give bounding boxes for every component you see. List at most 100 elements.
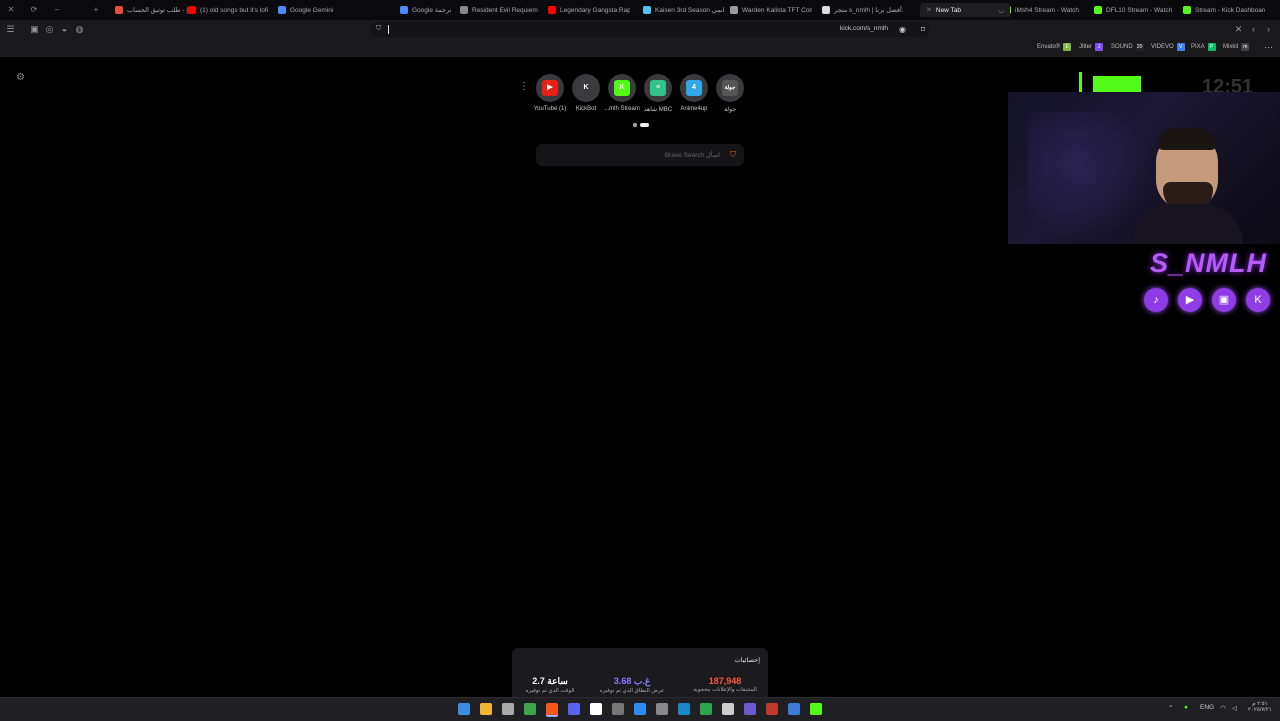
tab[interactable]: طلب توثيق الحساب - [...] [115, 3, 195, 17]
menu-icon[interactable]: ☰ [5, 24, 16, 35]
bookmark-label: Jitter [1079, 44, 1093, 50]
bookmark-item[interactable]: PIXA P [1191, 43, 1216, 51]
tab-title: Warden Kalista TFT Comp [742, 6, 812, 14]
tab[interactable]: Stream - Kick Dashboard [1183, 3, 1265, 17]
tab[interactable]: Kaisen 3rd Season انمي [643, 3, 725, 17]
favicon-icon [822, 6, 830, 14]
shortcut-icon: ≡ [650, 80, 666, 96]
steam-icon[interactable] [678, 703, 690, 715]
kick-icon: K [1246, 288, 1270, 312]
tab[interactable]: DFL10 Stream - Watch [1094, 3, 1172, 17]
discord-icon[interactable] [568, 703, 580, 715]
app-icon[interactable] [634, 703, 646, 715]
overlay-accent-bar [1079, 72, 1082, 92]
app-icon[interactable] [700, 703, 712, 715]
app-icon[interactable] [744, 703, 756, 715]
tab[interactable]: Resident Evil Requiem [460, 3, 538, 17]
bookmark-item[interactable]: SOUND 20 [1111, 43, 1144, 51]
loading-icon: ◡ [998, 7, 1004, 14]
brave-shield-icon[interactable]: ⛉ [376, 25, 381, 33]
back-arrow-icon[interactable]: ‹ [1248, 24, 1259, 35]
volume-icon[interactable]: ◁ [1232, 704, 1237, 712]
start-icon[interactable] [458, 703, 470, 715]
bookmark-item[interactable]: Jitter J [1079, 43, 1104, 51]
tab-title: Legendary Gangsta Rap [560, 6, 630, 14]
favicon-icon [548, 6, 556, 14]
bookmark-badge-icon: m [1241, 43, 1250, 51]
bookmark-item[interactable]: VIDEVO V [1151, 43, 1185, 51]
address-bar[interactable]: ⛉ kick.com/s_nmlh ◉ ⌑ [370, 22, 930, 37]
favicon-icon [460, 6, 468, 14]
clear-icon[interactable]: ✕ [1233, 24, 1244, 35]
tab-close-icon[interactable]: ✕ [926, 6, 932, 14]
file-explorer-icon[interactable] [480, 703, 492, 715]
mic-icon[interactable]: ● [1184, 704, 1188, 711]
bookmark-item[interactable]: Envato® E [1037, 43, 1072, 51]
shield-icon[interactable]: ◍ [74, 24, 85, 35]
app-icon[interactable] [524, 703, 536, 715]
app-icon[interactable] [788, 703, 800, 715]
forward-arrow-icon[interactable]: › [1263, 24, 1274, 35]
streamer-hair [1158, 128, 1216, 150]
favicon-icon [115, 6, 123, 14]
tab[interactable]: Legendary Gangsta Rap [548, 3, 630, 17]
bookmark-item[interactable]: Mixkit m [1223, 43, 1250, 51]
bookmarks-bar: Envato® E Jitter J SOUND 20 VIDEVO V PIXA P Mixkit… [0, 39, 1280, 57]
new-tab-icon[interactable]: + [90, 4, 102, 16]
shortcut-tile[interactable]: ≡ [644, 74, 672, 102]
more-bookmarks-icon[interactable]: ⋯ [1264, 42, 1273, 53]
tab[interactable]: (1) old songs but it's lofi [188, 3, 268, 17]
app-icon[interactable] [722, 703, 734, 715]
bookmark-label: VIDEVO [1151, 44, 1174, 50]
overlay-kick-badge [1093, 76, 1141, 92]
favicon-icon [643, 6, 651, 14]
sidebar-icon[interactable]: ▣ [29, 24, 40, 35]
bookmark-badge-icon: P [1207, 43, 1216, 51]
app-icon[interactable] [590, 703, 602, 715]
stats-panel: إحصائيات 187,948 المتتبعات والإعلانات مح… [512, 648, 768, 700]
info-icon[interactable]: ◉ [899, 25, 906, 34]
close-window-icon[interactable]: ✕ [5, 4, 17, 16]
search-box[interactable]: Brave Search اسأل ⛉ [536, 144, 744, 166]
bookmark-icon[interactable]: ⌑ [921, 25, 925, 34]
kick-app-icon[interactable] [810, 703, 822, 715]
favicon-icon [730, 6, 738, 14]
shortcut-tile[interactable]: K [572, 74, 600, 102]
minimize-icon[interactable]: – [51, 4, 63, 16]
reload-icon[interactable]: ⟳ [28, 4, 40, 16]
shortcut-tile[interactable]: K [608, 74, 636, 102]
favicon-icon [278, 6, 286, 14]
bookmark-label: PIXA [1191, 44, 1205, 50]
store-icon[interactable] [502, 703, 514, 715]
tab[interactable]: Google Gemini [278, 3, 333, 17]
tab-search-icon[interactable]: ◒ [59, 24, 70, 35]
streamer-shirt [1133, 204, 1243, 244]
tray-chevron-icon[interactable]: ⌃ [1168, 704, 1173, 712]
app-icon[interactable] [766, 703, 778, 715]
shortcut-icon: 4 [686, 80, 702, 96]
tab[interactable]: Google ترجمة [400, 3, 451, 17]
tab-new-tab[interactable]: ✕ New Tab ◡ [920, 3, 1010, 17]
wifi-icon[interactable]: ◠ [1220, 704, 1226, 712]
page-dot-active[interactable] [640, 123, 649, 127]
settings-gear-icon[interactable]: ⚙ [16, 72, 25, 83]
favicon-icon [1094, 6, 1102, 14]
extension-icon[interactable]: ◎ [44, 24, 55, 35]
tray-clock[interactable]: ٢:٥١ م ٢٠٢٥/٧/٢١ [1248, 701, 1272, 713]
tab-title: Stream - Kick Dashboard [1195, 6, 1265, 14]
shortcut-tile[interactable]: 4 [680, 74, 708, 102]
shortcut-tile[interactable]: جولة [716, 74, 744, 102]
app-icon[interactable] [656, 703, 668, 715]
shortcuts-menu-icon[interactable]: ⋮ [519, 81, 529, 92]
shortcut-label[interactable]: جولة [705, 106, 755, 113]
brave-browser-icon[interactable] [546, 703, 558, 717]
channel-brand-name: S_NMLH [1150, 248, 1268, 278]
tab[interactable]: iMsh4 Stream - Watch [1003, 3, 1079, 17]
tab[interactable]: متجر s_nmlh | أفضل برنا... [822, 3, 904, 17]
toolbar: ☰ ▣ ◎ ◒ ◍ ⛉ kick.com/s_nmlh ◉ ⌑ ✕ ‹ › [0, 20, 1280, 39]
page-dot[interactable] [633, 123, 637, 127]
obs-icon[interactable] [612, 703, 624, 715]
tray-language[interactable]: ENG [1200, 704, 1214, 711]
shortcut-tile[interactable]: ▶ [536, 74, 564, 102]
tab[interactable]: Warden Kalista TFT Comp [730, 3, 812, 17]
